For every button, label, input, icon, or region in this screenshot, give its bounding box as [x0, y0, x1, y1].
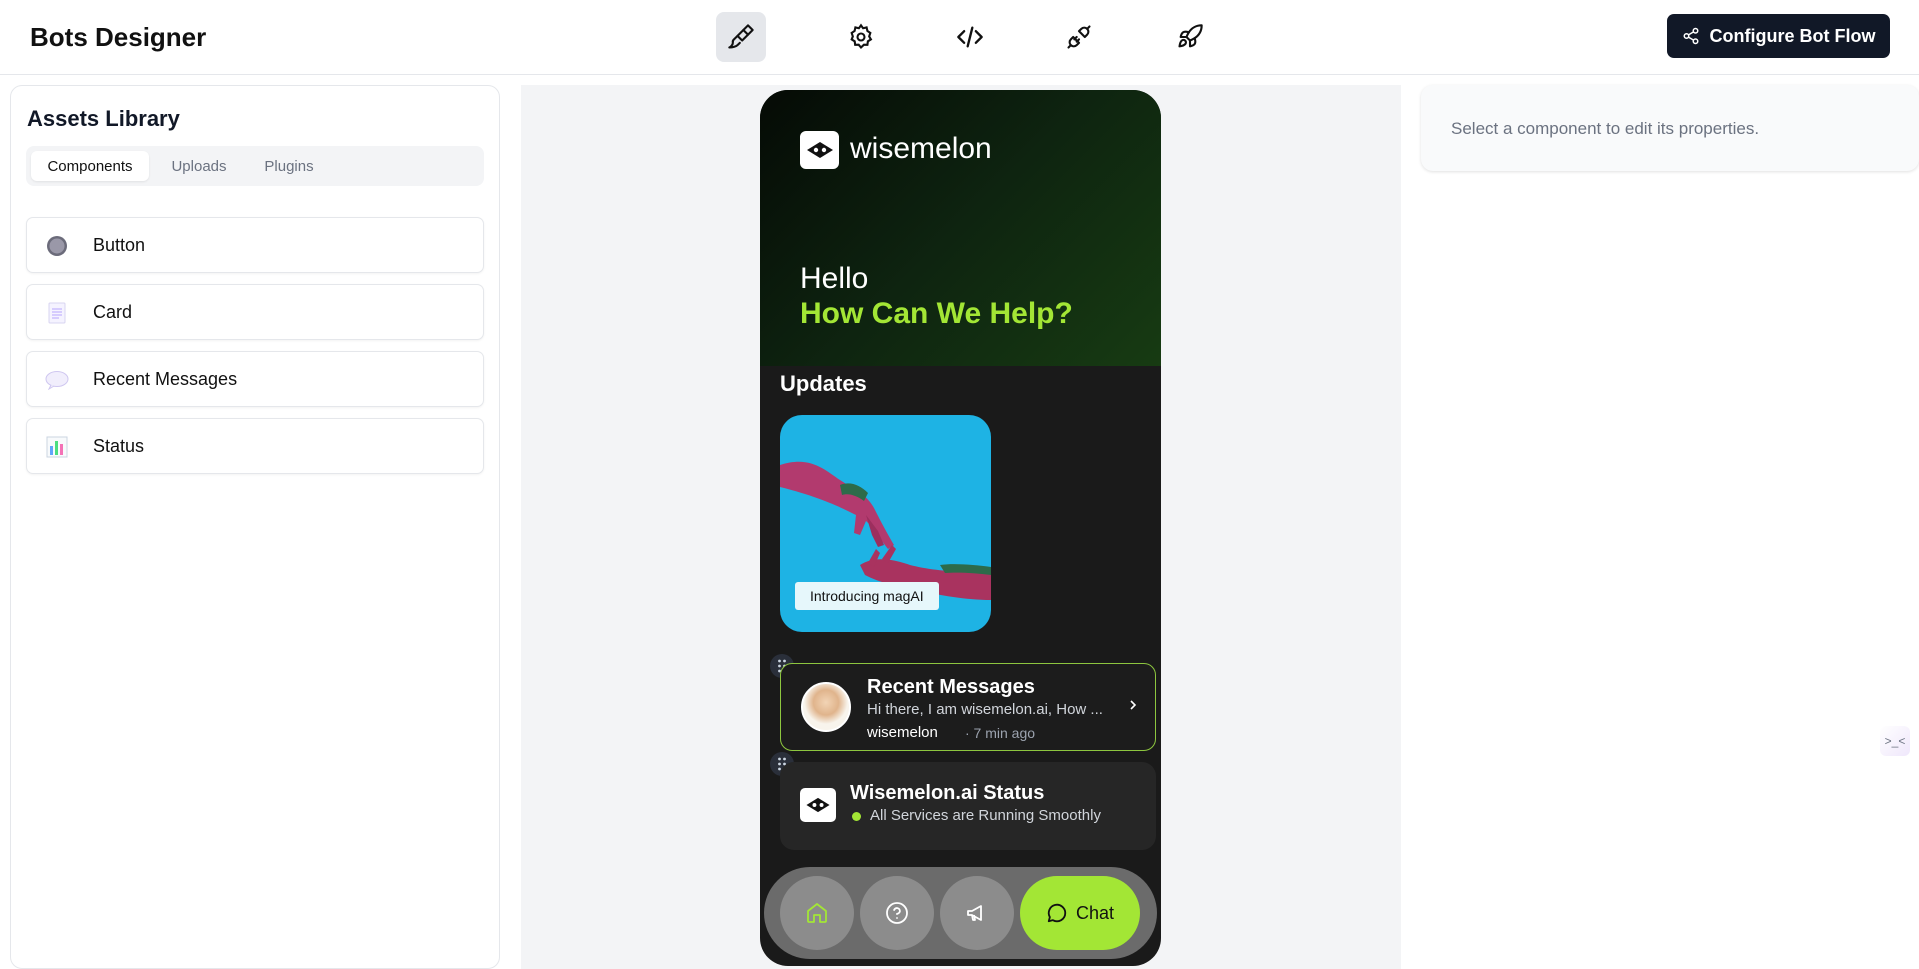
nav-announcements-button[interactable]	[940, 876, 1014, 950]
share-icon	[1683, 27, 1698, 45]
configure-bot-flow-button[interactable]: Configure Bot Flow	[1667, 14, 1890, 58]
chat-bubble-icon	[1047, 903, 1067, 923]
app-title: Bots Designer	[30, 22, 207, 52]
status-text: All Services are Running Smoothly	[870, 807, 1101, 824]
help-icon	[886, 902, 908, 924]
settings-tool-button[interactable]	[836, 12, 886, 62]
component-label: Status	[93, 436, 145, 456]
status-card[interactable]: Wisemelon.ai Status All Services are Run…	[780, 762, 1156, 850]
wisemelon-logo	[800, 131, 839, 169]
paintbrush-icon	[728, 24, 754, 49]
megaphone-icon	[967, 905, 982, 921]
nav-chat-button[interactable]: Chat	[1020, 876, 1140, 950]
bar-chart-icon	[45, 435, 69, 459]
updates-title: Updates	[780, 371, 867, 396]
plug-icon	[1067, 25, 1091, 49]
card-icon	[45, 301, 69, 325]
brand-name: wisemelon	[850, 132, 992, 165]
speech-bubble-icon	[45, 368, 69, 392]
avatar	[801, 682, 851, 732]
gear-icon	[850, 23, 873, 50]
design-tool-button[interactable]	[716, 12, 766, 62]
home-icon	[807, 903, 827, 923]
recent-message-sender: wisemelon	[867, 724, 938, 741]
properties-placeholder: Select a component to edit its propertie…	[1451, 119, 1760, 138]
bot-preview-phone: wisemelon Hello How Can We Help? Updates…	[760, 90, 1161, 966]
tab-plugins[interactable]: Plugins	[248, 151, 330, 181]
wisemelon-logo	[800, 788, 836, 822]
recent-messages-title: Recent Messages	[867, 676, 1035, 698]
assets-title: Assets Library	[27, 106, 180, 131]
update-card-label: Introducing magAI	[795, 582, 939, 610]
floating-widget-button[interactable]: >_<	[1880, 726, 1910, 756]
recent-message-time: · 7 min ago	[965, 725, 1036, 741]
component-item-status[interactable]: Status	[26, 418, 484, 474]
nav-help-button[interactable]	[860, 876, 934, 950]
chevron-right-icon	[1130, 700, 1137, 710]
hero-section: wisemelon Hello How Can We Help?	[760, 90, 1161, 366]
status-indicator	[852, 812, 861, 821]
configure-label: Configure Bot Flow	[1709, 25, 1876, 46]
update-card[interactable]: Introducing magAI	[780, 415, 991, 632]
component-label: Recent Messages	[93, 369, 238, 389]
recent-message-snippet: Hi there, I am wisemelon.ai, How ...	[867, 701, 1103, 718]
assets-library-panel: Assets Library Components Uploads Plugin…	[10, 85, 500, 969]
tab-components[interactable]: Components	[31, 151, 149, 181]
status-title: Wisemelon.ai Status	[850, 782, 1045, 804]
tab-uploads[interactable]: Uploads	[154, 151, 244, 181]
circle-button-icon	[45, 234, 69, 258]
bottom-nav: Chat	[764, 867, 1157, 959]
nav-home-button[interactable]	[780, 876, 854, 950]
greeting: Hello	[800, 262, 869, 295]
component-item-button[interactable]: Button	[26, 217, 484, 273]
recent-messages-card[interactable]: Recent Messages Hi there, I am wisemelon…	[780, 663, 1156, 751]
plugins-tool-button[interactable]	[1054, 12, 1104, 62]
component-item-card[interactable]: Card	[26, 284, 484, 340]
code-icon	[957, 26, 983, 48]
assets-tabs: Components Uploads Plugins	[26, 146, 484, 186]
deploy-tool-button[interactable]	[1165, 12, 1215, 62]
subgreeting: How Can We Help?	[800, 297, 1073, 330]
floating-widget-label: >_<	[1884, 734, 1906, 748]
component-label: Card	[93, 302, 133, 322]
code-tool-button[interactable]	[945, 12, 995, 62]
component-item-recent-messages[interactable]: Recent Messages	[26, 351, 484, 407]
properties-panel: Select a component to edit its propertie…	[1421, 85, 1919, 171]
component-label: Button	[93, 235, 146, 255]
chat-label: Chat	[1075, 902, 1115, 923]
top-bar: Bots Designer Configure Bot Flow	[0, 0, 1919, 75]
rocket-icon	[1178, 24, 1203, 48]
